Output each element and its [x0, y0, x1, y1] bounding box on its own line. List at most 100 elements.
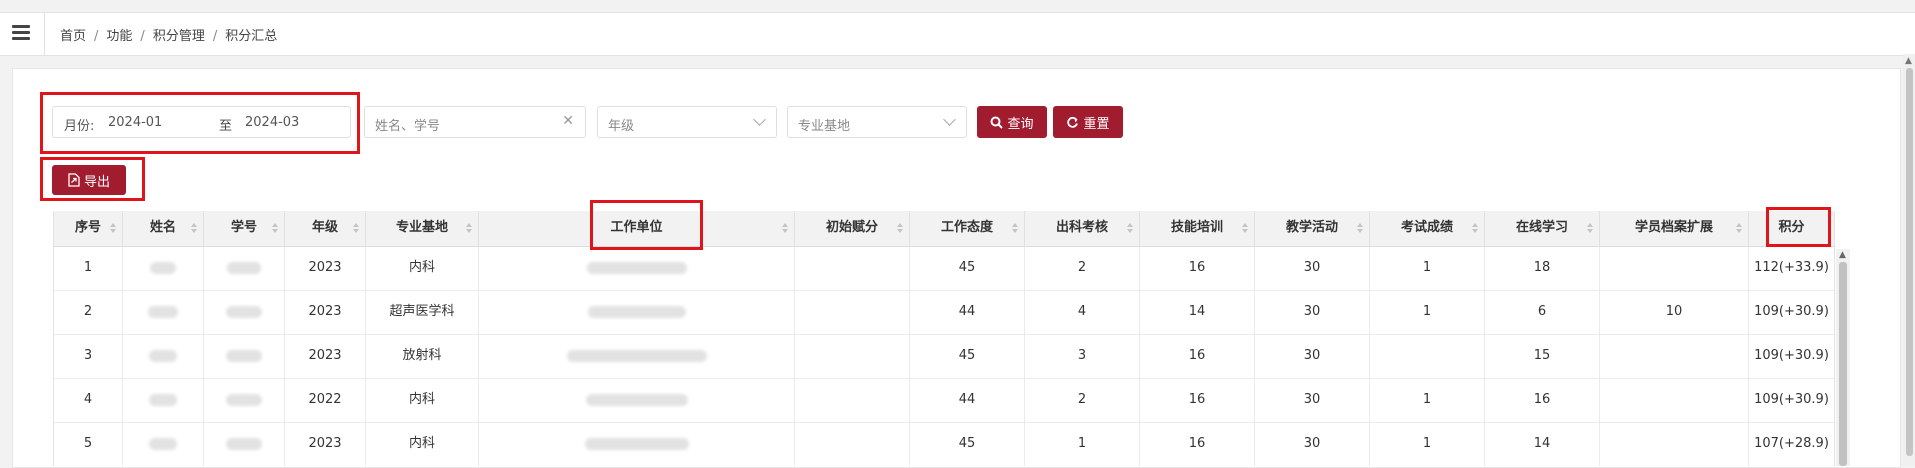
table-scrollbar[interactable]: ▲ [1836, 249, 1850, 466]
table-row[interactable]: 3 2023 放射科 45 3 16 30 15 109(+30.9) [54, 335, 1834, 379]
column-header-name[interactable]: 姓名 [123, 211, 204, 246]
name-id-search-input[interactable]: 姓名、学号 ✕ [364, 106, 586, 138]
cell-teaching-activity: 30 [1255, 379, 1370, 422]
scroll-up-icon[interactable]: ▲ [1839, 249, 1846, 261]
cell-work-unit [479, 291, 795, 334]
cell-student-id [204, 379, 285, 422]
reset-button[interactable]: 重置 [1053, 106, 1123, 138]
cell-specialty-base: 超声医学科 [366, 291, 479, 334]
redacted-value [149, 393, 177, 406]
cell-online-learning: 14 [1485, 423, 1600, 466]
scroll-up-icon[interactable]: ▲ [1905, 56, 1912, 66]
export-button[interactable]: 导出 [52, 165, 126, 195]
cell-student-id [204, 335, 285, 378]
sort-icon[interactable] [1012, 223, 1018, 233]
column-header-points[interactable]: 积分 [1749, 211, 1834, 246]
column-header-archive-extension[interactable]: 学员档案扩展 [1600, 211, 1749, 246]
column-header-skill-training[interactable]: 技能培训 [1140, 211, 1255, 246]
cell-online-learning: 6 [1485, 291, 1600, 334]
cell-work-attitude: 44 [910, 291, 1025, 334]
end-month-input[interactable]: 2024-03 [245, 115, 299, 130]
cell-archive-extension: 10 [1600, 291, 1749, 334]
redacted-value [586, 261, 687, 274]
cell-name [123, 247, 204, 290]
cell-work-unit [479, 423, 795, 466]
query-button[interactable]: 查询 [977, 106, 1047, 138]
table-row[interactable]: 2 2023 超声医学科 44 4 14 30 1 6 10 109(+30.9) [54, 291, 1834, 335]
divider [44, 13, 45, 55]
hamburger-icon[interactable] [12, 25, 30, 41]
cell-exam-score: 1 [1370, 423, 1485, 466]
sort-icon[interactable] [1357, 223, 1363, 233]
column-label: 积分 [1778, 220, 1805, 235]
cell-work-unit [479, 247, 795, 290]
cell-initial-score [795, 247, 910, 290]
cell-initial-score [795, 291, 910, 334]
table-row[interactable]: 4 2022 内科 44 2 16 30 1 16 109(+30.9) [54, 379, 1834, 423]
column-header-work-unit[interactable]: 工作单位 [479, 211, 795, 246]
table-row[interactable]: 1 2023 内科 45 2 16 30 1 18 112(+33.9) [54, 247, 1834, 291]
sort-icon[interactable] [110, 223, 116, 233]
breadcrumb-function[interactable]: 功能 [106, 29, 132, 44]
start-month-input[interactable]: 2024-01 [108, 115, 162, 130]
month-label: 月份: [64, 119, 95, 134]
column-header-student-id[interactable]: 学号 [204, 211, 285, 246]
column-header-rotation-exam[interactable]: 出科考核 [1025, 211, 1140, 246]
column-header-work-attitude[interactable]: 工作态度 [910, 211, 1025, 246]
cell-rotation-exam: 2 [1025, 379, 1140, 422]
cell-points: 109(+30.9) [1754, 392, 1829, 407]
cell-online-learning: 16 [1485, 379, 1600, 422]
sort-icon[interactable] [353, 223, 359, 233]
sort-icon[interactable] [191, 223, 197, 233]
sort-icon[interactable] [1736, 223, 1742, 233]
page-scrollbar[interactable]: ▲ [1903, 54, 1915, 466]
cell-work-attitude: 45 [910, 335, 1025, 378]
column-header-specialty-base[interactable]: 专业基地 [366, 211, 479, 246]
cell-exam-score [1370, 335, 1485, 378]
column-header-online-learning[interactable]: 在线学习 [1485, 211, 1600, 246]
refresh-icon [1067, 116, 1079, 128]
specialty-base-select[interactable]: 专业基地 [787, 106, 967, 138]
cell-specialty-base: 放射科 [366, 335, 479, 378]
table-scrollbar-thumb[interactable] [1839, 262, 1847, 466]
sort-icon[interactable] [897, 223, 903, 233]
breadcrumb-separator: / [212, 29, 218, 44]
sort-icon[interactable] [1472, 223, 1478, 233]
cell-grade: 2022 [285, 379, 366, 422]
chevron-down-icon [943, 113, 956, 126]
sort-icon[interactable] [466, 223, 472, 233]
grade-select[interactable]: 年级 [597, 106, 777, 138]
reset-button-label: 重置 [1083, 116, 1110, 132]
column-label: 出科考核 [1055, 220, 1108, 235]
column-header-no[interactable]: 序号 [54, 211, 123, 246]
column-header-exam-score[interactable]: 考试成绩 [1370, 211, 1485, 246]
sort-icon[interactable] [782, 223, 788, 233]
sort-icon[interactable] [1127, 223, 1133, 233]
column-label: 学号 [230, 220, 257, 235]
breadcrumb-home[interactable]: 首页 [60, 29, 86, 44]
sort-icon[interactable] [272, 223, 278, 233]
column-label: 学员档案扩展 [1634, 220, 1713, 235]
cell-archive-extension [1600, 423, 1749, 466]
sort-icon[interactable] [1242, 223, 1248, 233]
export-button-label: 导出 [83, 174, 110, 190]
table-row[interactable]: 5 2023 内科 45 1 16 30 1 14 107(+28.9) [54, 423, 1834, 466]
column-header-grade[interactable]: 年级 [285, 211, 366, 246]
cell-points: 107(+28.9) [1754, 436, 1829, 451]
cell-student-id [204, 247, 285, 290]
column-header-initial-score[interactable]: 初始赋分 [795, 211, 910, 246]
breadcrumb-separator: / [140, 29, 145, 44]
sort-icon[interactable] [1587, 223, 1593, 233]
breadcrumb-points-management[interactable]: 积分管理 [153, 29, 205, 44]
clear-icon[interactable]: ✕ [562, 113, 574, 129]
redacted-value [226, 393, 262, 406]
page-scrollbar-thumb[interactable] [1906, 68, 1913, 456]
grade-placeholder: 年级 [608, 119, 635, 134]
cell-work-attitude: 44 [910, 379, 1025, 422]
cell-archive-extension [1600, 247, 1749, 290]
cell-points: 112(+33.9) [1754, 260, 1829, 275]
cell-teaching-activity: 30 [1255, 423, 1370, 466]
column-header-teaching-activity[interactable]: 教学活动 [1255, 211, 1370, 246]
cell-name [123, 291, 204, 334]
month-range-picker[interactable]: 月份: 2024-01 至 2024-03 [52, 106, 351, 138]
